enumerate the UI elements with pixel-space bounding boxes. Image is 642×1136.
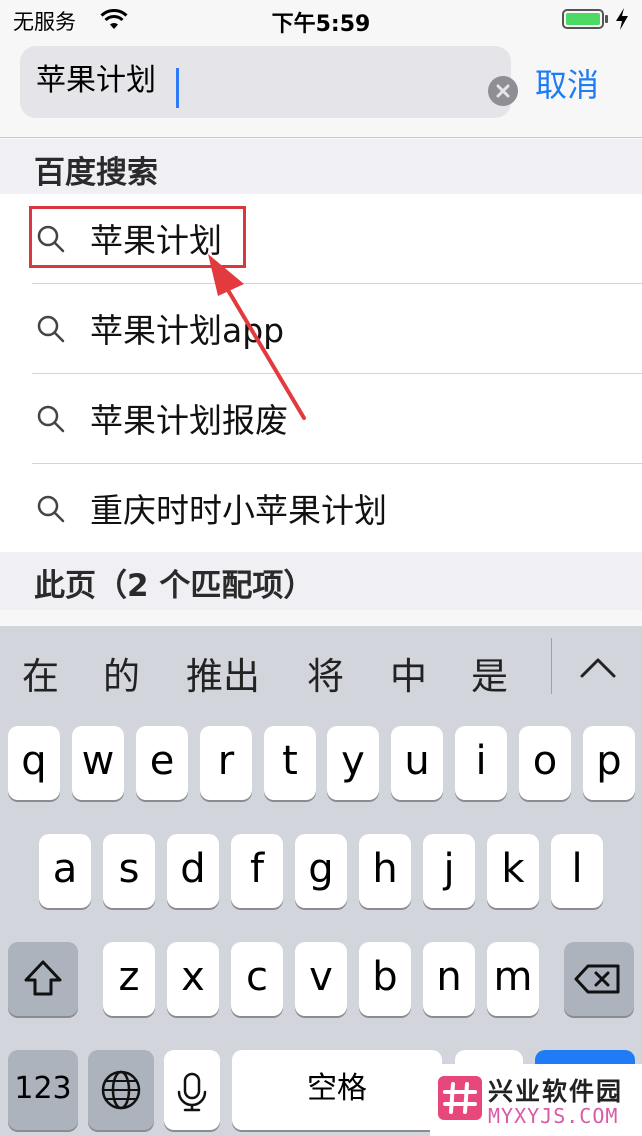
key-a[interactable]: a: [39, 834, 91, 908]
key-s[interactable]: s: [103, 834, 155, 908]
clear-icon: [496, 84, 510, 98]
key-o[interactable]: o: [519, 726, 571, 800]
key-b[interactable]: b: [359, 942, 411, 1016]
watermark: 兴业软件园 MYXYJS.COM: [430, 1064, 642, 1136]
delete-key[interactable]: [564, 942, 634, 1016]
backspace-icon: [574, 964, 620, 994]
status-bar: 无服务 下午5:59: [0, 0, 642, 38]
key-k[interactable]: k: [487, 834, 539, 908]
search-icon: [37, 405, 65, 433]
chevron-up-icon[interactable]: [578, 648, 618, 688]
key-y[interactable]: y: [327, 726, 379, 800]
key-z[interactable]: z: [103, 942, 155, 1016]
key-t[interactable]: t: [264, 726, 316, 800]
candidate-word[interactable]: 的: [103, 646, 140, 700]
search-icon: [37, 315, 65, 343]
candidate-word[interactable]: 将: [307, 646, 344, 700]
text-caret: [176, 68, 179, 108]
key-d[interactable]: d: [167, 834, 219, 908]
key-u[interactable]: u: [391, 726, 443, 800]
section-header-page: 此页（2 个匹配项）: [0, 552, 642, 610]
key-f[interactable]: f: [231, 834, 283, 908]
section-header-baidu: 百度搜索: [0, 139, 642, 195]
globe-key[interactable]: [88, 1050, 154, 1130]
keyboard: 在 的 推出 将 中 是 q w e r t y u i o p a s d f…: [0, 626, 642, 1136]
key-l[interactable]: l: [551, 834, 603, 908]
key-h[interactable]: h: [359, 834, 411, 908]
suggestion-item[interactable]: 苹果计划app: [0, 284, 642, 374]
key-e[interactable]: e: [136, 726, 188, 800]
candidate-word[interactable]: 在: [22, 646, 59, 700]
microphone-icon: [177, 1072, 207, 1112]
candidate-bar: 在 的 推出 将 中 是: [0, 626, 642, 718]
search-input[interactable]: 苹果计划: [36, 58, 156, 104]
key-v[interactable]: v: [295, 942, 347, 1016]
key-r[interactable]: r: [200, 726, 252, 800]
key-x[interactable]: x: [167, 942, 219, 1016]
key-p[interactable]: p: [583, 726, 635, 800]
section-title: 百度搜索: [34, 155, 158, 191]
battery-icon: [562, 9, 608, 29]
hash-logo-icon: [438, 1076, 482, 1120]
search-header: 苹果计划 取消: [0, 38, 642, 138]
candidate-word[interactable]: 是: [471, 646, 508, 700]
dictation-key[interactable]: [164, 1050, 220, 1130]
clear-button[interactable]: [488, 76, 518, 106]
watermark-url: MYXYJS.COM: [488, 1104, 619, 1128]
annotation-arrow-icon: [208, 254, 306, 420]
cancel-button[interactable]: 取消: [535, 60, 599, 106]
key-w[interactable]: w: [72, 726, 124, 800]
candidate-divider: [551, 638, 552, 694]
key-c[interactable]: c: [231, 942, 283, 1016]
key-j[interactable]: j: [423, 834, 475, 908]
suggestion-label: 重庆时时小苹果计划: [90, 491, 387, 530]
search-icon: [37, 495, 65, 523]
key-q[interactable]: q: [8, 726, 60, 800]
key-i[interactable]: i: [455, 726, 507, 800]
candidate-word[interactable]: 推出: [186, 646, 260, 700]
candidate-word[interactable]: 中: [390, 646, 427, 700]
section-title: 此页（2 个匹配项）: [34, 568, 315, 604]
space-key[interactable]: 空格: [232, 1050, 442, 1130]
watermark-title: 兴业软件园: [488, 1077, 624, 1106]
shift-key[interactable]: [8, 942, 78, 1016]
key-g[interactable]: g: [295, 834, 347, 908]
key-n[interactable]: n: [423, 942, 475, 1016]
suggestion-item[interactable]: 苹果计划报废: [0, 374, 642, 464]
key-m[interactable]: m: [487, 942, 539, 1016]
clock: 下午5:59: [271, 12, 371, 37]
screen: 无服务 下午5:59 苹果计划 取消 百度搜索 苹果计划 苹果计划app 苹果计…: [0, 0, 642, 1136]
charging-icon: [616, 8, 628, 30]
suggestion-item[interactable]: 重庆时时小苹果计划: [0, 464, 642, 554]
shift-icon: [24, 960, 62, 996]
globe-icon: [101, 1070, 141, 1110]
search-box[interactable]: 苹果计划: [20, 46, 518, 118]
numbers-key[interactable]: 123: [8, 1050, 78, 1130]
